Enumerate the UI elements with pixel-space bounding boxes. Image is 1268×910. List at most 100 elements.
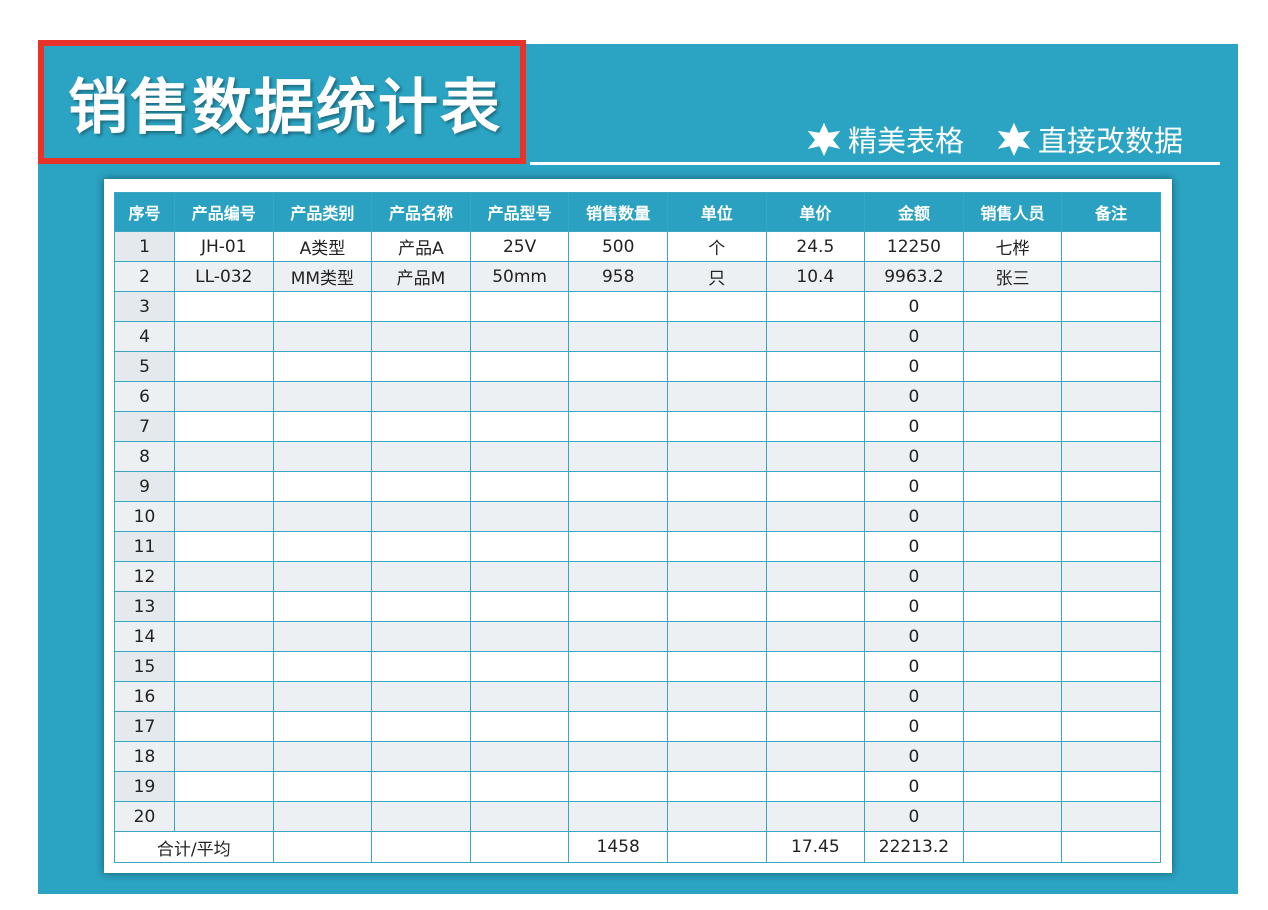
table-cell-col-product-category[interactable] [272, 711, 373, 742]
table-cell-col-product-name[interactable] [371, 591, 471, 622]
table-cell-col-remark[interactable] [1061, 531, 1161, 562]
table-cell-col-unit[interactable] [666, 591, 767, 622]
table-cell-col-product-name[interactable] [371, 681, 471, 712]
table-cell-col-index[interactable]: 11 [114, 531, 175, 562]
table-cell-col-product-code[interactable] [174, 561, 274, 592]
table-cell-col-salesperson[interactable] [962, 471, 1063, 502]
table-cell-col-product-model[interactable] [469, 501, 570, 532]
table-cell-col-remark[interactable] [1061, 471, 1161, 502]
table-cell-col-unit[interactable] [666, 651, 767, 682]
table-cell-col-product-name[interactable]: 产品A [371, 231, 471, 262]
table-cell-col-amount[interactable]: 0 [864, 381, 964, 412]
table-cell-col-remark[interactable] [1061, 381, 1161, 412]
table-cell-col-unit[interactable] [666, 741, 767, 772]
table-cell-col-salesperson[interactable] [962, 711, 1063, 742]
table-cell-col-unit[interactable] [666, 801, 767, 832]
table-cell-col-product-code[interactable] [174, 441, 274, 472]
table-cell-col-index[interactable]: 6 [114, 381, 175, 412]
table-cell-col-remark[interactable] [1061, 441, 1161, 472]
table-cell-col-quantity[interactable] [568, 651, 668, 682]
table-cell-col-product-model[interactable] [469, 381, 570, 412]
table-cell-col-product-code[interactable] [174, 651, 274, 682]
table-cell-col-product-code[interactable] [174, 291, 274, 322]
table-cell-col-remark[interactable] [1061, 651, 1161, 682]
table-cell-col-salesperson[interactable] [962, 351, 1063, 382]
table-cell-col-unit[interactable] [666, 351, 767, 382]
table-cell-col-quantity[interactable] [568, 411, 668, 442]
table-cell-col-product-code[interactable] [174, 621, 274, 652]
table-cell-col-amount[interactable]: 0 [864, 351, 964, 382]
table-cell-col-amount[interactable]: 0 [864, 531, 964, 562]
table-cell-col-salesperson[interactable]: 七桦 [962, 231, 1063, 262]
table-cell-col-salesperson[interactable] [962, 561, 1063, 592]
table-cell-col-product-category[interactable] [272, 441, 373, 472]
table-cell-col-quantity[interactable] [568, 681, 668, 712]
table-cell-col-salesperson[interactable] [962, 501, 1063, 532]
table-cell-col-product-code[interactable] [174, 591, 274, 622]
table-cell-col-salesperson[interactable] [962, 771, 1063, 802]
table-cell-col-product-model[interactable] [469, 591, 570, 622]
table-cell-col-quantity[interactable] [568, 801, 668, 832]
table-cell-col-amount[interactable]: 0 [864, 291, 964, 322]
table-cell-col-product-name[interactable] [371, 471, 471, 502]
table-cell-col-product-model[interactable] [469, 771, 570, 802]
table-cell-col-quantity[interactable] [568, 561, 668, 592]
table-cell-col-product-name[interactable] [371, 441, 471, 472]
table-cell-col-index[interactable]: 19 [114, 771, 175, 802]
table-cell-col-product-code[interactable] [174, 801, 274, 832]
table-cell-col-quantity[interactable] [568, 471, 668, 502]
table-cell-col-product-code[interactable] [174, 771, 274, 802]
table-cell-col-index[interactable]: 16 [114, 681, 175, 712]
table-cell-col-unit-price[interactable] [765, 651, 866, 682]
table-cell-col-product-model[interactable] [469, 681, 570, 712]
table-cell-col-unit-price[interactable] [765, 591, 866, 622]
table-cell-col-product-name[interactable] [371, 621, 471, 652]
table-cell-col-unit[interactable] [666, 501, 767, 532]
table-cell-col-product-name[interactable]: 产品M [371, 261, 471, 292]
table-cell-col-remark[interactable] [1061, 561, 1161, 592]
table-cell-col-unit-price[interactable] [765, 681, 866, 712]
table-cell-col-product-model[interactable] [469, 441, 570, 472]
table-cell-col-product-model[interactable] [469, 741, 570, 772]
table-cell-col-product-category[interactable] [272, 741, 373, 772]
table-cell-col-product-model[interactable] [469, 621, 570, 652]
table-cell-col-index[interactable]: 14 [114, 621, 175, 652]
table-cell-col-product-model[interactable]: 25V [469, 231, 570, 262]
table-cell-col-unit-price[interactable] [765, 801, 866, 832]
table-cell-col-remark[interactable] [1061, 711, 1161, 742]
table-cell-col-amount[interactable]: 0 [864, 711, 964, 742]
table-cell-col-index[interactable]: 10 [114, 501, 175, 532]
table-cell-col-product-code[interactable] [174, 531, 274, 562]
table-cell-col-amount[interactable]: 0 [864, 501, 964, 532]
table-cell-col-unit-price[interactable] [765, 441, 866, 472]
table-cell-col-product-code[interactable] [174, 501, 274, 532]
table-cell-col-quantity[interactable] [568, 621, 668, 652]
table-cell-col-product-name[interactable] [371, 531, 471, 562]
table-cell-col-unit-price[interactable] [765, 531, 866, 562]
table-cell-col-quantity[interactable] [568, 711, 668, 742]
table-cell-col-unit-price[interactable] [765, 561, 866, 592]
table-cell-col-product-category[interactable] [272, 291, 373, 322]
table-cell-col-product-code[interactable] [174, 681, 274, 712]
table-cell-col-unit[interactable] [666, 621, 767, 652]
table-cell-col-product-model[interactable] [469, 291, 570, 322]
table-cell-col-product-code[interactable] [174, 321, 274, 352]
table-cell-col-quantity[interactable] [568, 771, 668, 802]
table-cell-col-unit[interactable] [666, 411, 767, 442]
table-cell-col-salesperson[interactable] [962, 291, 1063, 322]
table-cell-col-product-code[interactable]: LL-032 [174, 261, 274, 292]
table-cell-col-quantity[interactable] [568, 501, 668, 532]
table-cell-col-product-category[interactable] [272, 681, 373, 712]
table-cell-col-unit[interactable] [666, 681, 767, 712]
table-cell-col-unit[interactable] [666, 561, 767, 592]
table-cell-col-product-model[interactable] [469, 651, 570, 682]
table-cell-col-product-code[interactable] [174, 411, 274, 442]
table-cell-col-amount[interactable]: 12250 [864, 231, 964, 262]
table-cell-col-amount[interactable]: 0 [864, 471, 964, 502]
table-cell-col-product-category[interactable] [272, 651, 373, 682]
table-cell-col-unit-price[interactable] [765, 741, 866, 772]
table-cell-col-unit[interactable] [666, 471, 767, 502]
table-cell-col-amount[interactable]: 0 [864, 801, 964, 832]
table-cell-col-product-name[interactable] [371, 291, 471, 322]
table-cell-col-salesperson[interactable] [962, 321, 1063, 352]
